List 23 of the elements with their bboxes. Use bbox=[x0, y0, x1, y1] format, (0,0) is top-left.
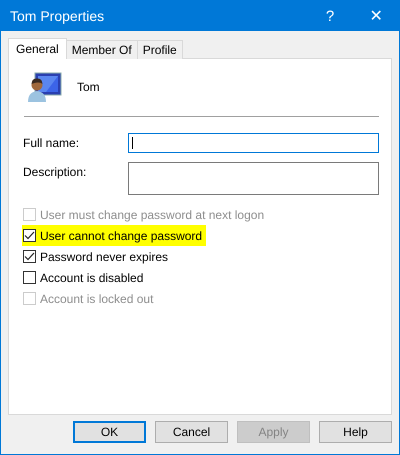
option-label: Account is disabled bbox=[40, 270, 144, 284]
dialog-button[interactable]: OK bbox=[73, 421, 146, 443]
option-label: User must change password at next logon bbox=[40, 208, 264, 222]
dialog-button[interactable]: Cancel bbox=[155, 421, 228, 443]
option-label: Account is locked out bbox=[40, 292, 154, 306]
tab[interactable]: Member Of bbox=[66, 40, 138, 59]
tab[interactable]: General bbox=[8, 38, 67, 59]
tab[interactable]: Profile bbox=[136, 40, 183, 59]
checkbox[interactable] bbox=[23, 250, 36, 263]
checkbox[interactable] bbox=[23, 271, 36, 284]
option-label: Password never expires bbox=[40, 250, 168, 264]
user-monitor-icon bbox=[26, 72, 62, 102]
window-title: Tom Properties bbox=[9, 8, 106, 24]
field-label: Description: bbox=[23, 165, 88, 179]
checkbox[interactable] bbox=[23, 229, 36, 242]
description-field[interactable] bbox=[128, 162, 379, 195]
dialog-button[interactable]: Help bbox=[319, 421, 392, 443]
close-button[interactable]: ✕ bbox=[353, 1, 399, 31]
help-button[interactable]: ? bbox=[307, 1, 353, 31]
full-name-field[interactable] bbox=[128, 133, 379, 153]
field-label: Full name: bbox=[23, 136, 80, 150]
user-name: Tom bbox=[77, 80, 100, 94]
option-label: User cannot change password bbox=[40, 228, 202, 242]
